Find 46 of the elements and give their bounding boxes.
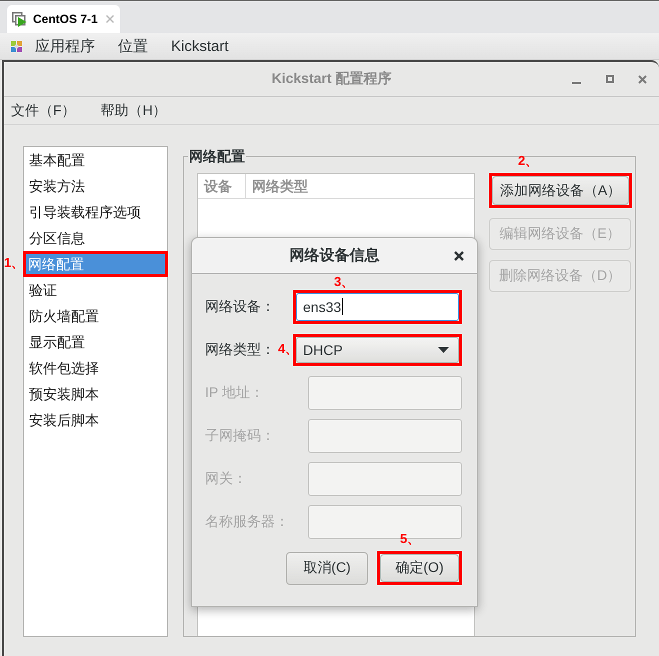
close-icon[interactable] <box>106 15 114 23</box>
section-item[interactable]: 防火墙配置 <box>24 303 167 329</box>
section-item[interactable]: 基本配置 <box>24 147 167 173</box>
close-icon <box>638 74 647 84</box>
top-menu[interactable]: Kickstart <box>171 38 229 54</box>
field-label: 网络类型： <box>205 340 275 358</box>
logo-icon <box>11 40 22 52</box>
window-play-icon <box>12 12 27 26</box>
vm-tab[interactable]: CentOS 7-1 <box>7 5 120 33</box>
top-menu[interactable]: 位置 <box>118 36 148 56</box>
dialog-button[interactable]: 取消(C) <box>286 552 368 584</box>
input-field[interactable]: ens33 <box>296 292 459 320</box>
section-item[interactable]: 安装后脚本 <box>24 407 167 433</box>
field-label: 名称服务器： <box>205 512 289 530</box>
column-header: 设备 <box>198 174 246 198</box>
step-label: 3、 <box>334 274 354 288</box>
maximize-icon <box>606 75 614 83</box>
field-label: 网络设备： <box>205 298 275 316</box>
panel-title: 网络配置 <box>188 147 246 166</box>
window-title: Kickstart 配置程序 <box>272 70 392 88</box>
field-label: 网关： <box>205 470 247 488</box>
section-item[interactable]: 引导装载程序选项 <box>24 199 167 225</box>
step-label: 4、 <box>278 340 298 356</box>
step-label: 1、 <box>4 255 24 270</box>
section-item[interactable]: 软件包选择 <box>24 355 167 381</box>
minimize-icon <box>572 82 581 84</box>
section-item[interactable]: 预安装脚本 <box>24 381 167 407</box>
close-icon <box>454 250 464 260</box>
top-menu[interactable]: 应用程序 <box>11 36 95 56</box>
section-item[interactable]: 安装方法 <box>24 173 167 199</box>
section-item[interactable]: 显示配置 <box>24 329 167 355</box>
menu-item[interactable]: 文件（F） <box>11 102 76 120</box>
field-label: IP 地址： <box>205 384 264 402</box>
section-item[interactable]: 验证 <box>24 277 167 303</box>
text-cursor-icon <box>342 298 344 315</box>
field-label: 子网掩码： <box>205 426 275 444</box>
column-header: 网络类型 <box>251 177 309 196</box>
dialog-button[interactable]: 确定(O) <box>380 554 459 582</box>
caret-icon <box>438 346 449 352</box>
menu-item[interactable]: 帮助（H） <box>100 102 167 120</box>
step-label: 5、 <box>400 531 420 546</box>
dropdown[interactable]: DHCP <box>296 336 459 362</box>
step-label: 2、 <box>518 153 538 168</box>
dialog-title: 网络设备信息 <box>290 246 380 265</box>
panel-button[interactable]: 添加网络设备（A） <box>492 176 629 205</box>
section-item[interactable]: 分区信息 <box>24 225 167 251</box>
